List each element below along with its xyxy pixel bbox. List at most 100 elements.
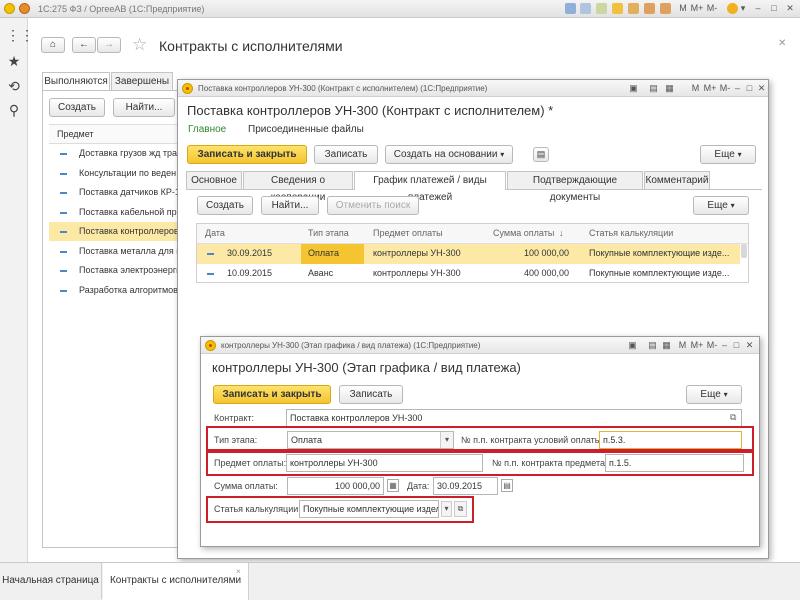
table-icon[interactable]: [644, 3, 655, 14]
sort-down-icon[interactable]: ↓: [559, 224, 564, 243]
list-item[interactable]: Поставка электроэнерги: [49, 261, 182, 280]
calendar-icon[interactable]: [580, 3, 591, 14]
table-cell: Покупные комплектующие изде...: [589, 268, 730, 278]
chevron-down-icon: ▾: [723, 390, 728, 399]
stage-write-button[interactable]: Записать: [339, 385, 403, 404]
write-button[interactable]: Записать: [314, 145, 378, 164]
list-item[interactable]: Доставка грузов жд тра: [49, 144, 182, 163]
minimize-icon[interactable]: –: [752, 3, 764, 14]
history-icon[interactable]: ⟲: [6, 78, 22, 94]
list-item[interactable]: Поставка контроллеров: [49, 222, 182, 241]
table-cell: 30.09.2015: [227, 248, 273, 258]
nav-attached-files[interactable]: Присоединенные файлы: [248, 122, 364, 138]
spreadsheet-icon[interactable]: [660, 3, 671, 14]
memory-button[interactable]: M: [678, 3, 688, 14]
nav-main[interactable]: Главное: [188, 122, 226, 138]
calendar-icon[interactable]: ▤: [648, 83, 659, 94]
table-scrollbar[interactable]: [741, 244, 747, 258]
app-menu-icon[interactable]: [19, 3, 30, 14]
tab-payment-schedule[interactable]: График платежей / виды платежей: [354, 171, 506, 203]
minimize-icon[interactable]: –: [732, 83, 743, 94]
write-and-close-button[interactable]: Записать и закрыть: [187, 145, 307, 164]
info-dropdown-icon[interactable]: ▾: [739, 3, 747, 14]
close-icon[interactable]: ✕: [784, 3, 796, 14]
back-button[interactable]: ←: [72, 37, 96, 53]
favorites-star-icon[interactable]: ★: [6, 53, 22, 69]
header-stage-type[interactable]: Тип этапа: [308, 224, 349, 243]
table-find-button[interactable]: Найти...: [261, 196, 319, 215]
memory-minus-button[interactable]: M-: [719, 83, 731, 94]
compare-icon[interactable]: [628, 3, 639, 14]
maximize-icon[interactable]: □: [731, 340, 742, 351]
minimize-icon[interactable]: –: [719, 340, 730, 351]
calculator-icon[interactable]: ▦: [387, 479, 399, 492]
tab-completed[interactable]: Завершены: [111, 72, 173, 90]
header-subject[interactable]: Предмет оплаты: [373, 224, 443, 243]
table-create-button[interactable]: Создать: [197, 196, 253, 215]
memory-button[interactable]: M: [677, 340, 688, 351]
memory-plus-button[interactable]: M+: [703, 83, 717, 94]
tab-main[interactable]: Основное: [186, 171, 242, 189]
tab-supporting-docs[interactable]: Подтверждающие документы: [507, 171, 643, 203]
maximize-icon[interactable]: □: [768, 3, 780, 14]
open-link-icon[interactable]: ⧉: [730, 412, 736, 423]
tab-cooperation[interactable]: Сведения о кооперации: [243, 171, 353, 203]
bottom-tab-close-icon[interactable]: ×: [236, 567, 241, 576]
header-date[interactable]: Дата: [205, 224, 225, 243]
bottom-tab-home[interactable]: Начальная страница: [0, 563, 102, 599]
stage-more-button[interactable]: Еще ▾: [686, 385, 742, 404]
sections-menu-icon[interactable]: ⋮⋮: [6, 27, 34, 43]
favorite-star-icon[interactable]: ☆: [132, 35, 147, 55]
page-close-icon[interactable]: ✕: [778, 38, 786, 49]
table-header-row: Дата Тип этапа Предмет оплаты Сумма опла…: [197, 224, 748, 244]
list-item[interactable]: Поставка металла для к: [49, 242, 182, 261]
forward-button[interactable]: →: [97, 37, 121, 53]
cancel-search-button[interactable]: Отменить поиск: [327, 196, 419, 215]
table-icon[interactable]: ▦: [664, 83, 675, 94]
list-item[interactable]: Консультации по веден: [49, 164, 182, 183]
window-tool-icon[interactable]: ▣: [627, 340, 638, 351]
table-row[interactable]: 30.09.2015 Оплата контроллеры УН-300 100 00…: [197, 244, 740, 264]
memory-button[interactable]: M: [690, 83, 701, 94]
tab-in-progress[interactable]: Выполняются: [42, 72, 110, 91]
find-button[interactable]: Найти...: [113, 98, 175, 117]
more-label: Еще: [714, 149, 735, 160]
list-item[interactable]: Поставка кабельной про: [49, 203, 182, 222]
table-row[interactable]: 10.09.2015 Аванс контроллеры УН-300 400 000…: [197, 264, 740, 284]
bottom-tab-contracts[interactable]: Контракты с исполнителями: [103, 563, 249, 600]
create-button[interactable]: Создать: [49, 98, 105, 117]
create-based-on-button[interactable]: Создать на основании ▾: [385, 145, 513, 164]
app-logo-icon: [4, 3, 15, 14]
window-tool-icon[interactable]: ▣: [628, 83, 639, 94]
item-marker-icon: [60, 172, 67, 175]
report-icon[interactable]: ▤: [533, 147, 549, 162]
calculator-icon[interactable]: [565, 3, 576, 14]
stage-write-and-close-button[interactable]: Записать и закрыть: [213, 385, 331, 404]
maximize-icon[interactable]: □: [744, 83, 755, 94]
contract-field[interactable]: Поставка контроллеров УН-300: [286, 409, 742, 427]
date-field[interactable]: 30.09.2015: [433, 477, 498, 495]
search-icon[interactable]: ⚲: [6, 102, 22, 118]
list-item[interactable]: Разработка алгоритмов: [49, 281, 182, 300]
close-icon[interactable]: ✕: [756, 83, 767, 94]
memory-minus-button[interactable]: M-: [706, 340, 718, 351]
memory-plus-button[interactable]: M+: [690, 3, 704, 14]
history-icon[interactable]: [612, 3, 623, 14]
table-more-button[interactable]: Еще ▾: [693, 196, 749, 215]
clipboard-icon[interactable]: [596, 3, 607, 14]
header-amount[interactable]: Сумма оплаты: [493, 224, 554, 243]
item-marker-icon: [60, 211, 67, 214]
calendar-icon[interactable]: ▤: [501, 479, 513, 492]
memory-plus-button[interactable]: M+: [690, 340, 704, 351]
memory-minus-button[interactable]: M-: [706, 3, 718, 14]
home-button[interactable]: ⌂: [41, 37, 65, 53]
calendar-icon[interactable]: ▤: [647, 340, 658, 351]
tab-comment[interactable]: Комментарий: [644, 171, 710, 189]
table-icon[interactable]: ▦: [661, 340, 672, 351]
header-calc-item[interactable]: Статья калькуляции: [589, 224, 673, 243]
more-button[interactable]: Еще ▾: [700, 145, 756, 164]
info-icon[interactable]: [727, 3, 738, 14]
close-icon[interactable]: ✕: [744, 340, 755, 351]
list-item[interactable]: Поставка датчиков КР-1: [49, 183, 182, 202]
amount-field[interactable]: 100 000,00: [287, 477, 384, 495]
